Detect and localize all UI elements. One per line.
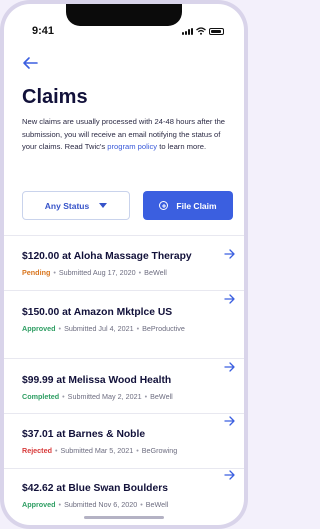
claim-title: $42.62 at Blue Swan Boulders — [22, 483, 168, 494]
intro-text: New claims are usually processed with 24… — [22, 116, 234, 154]
arrow-right-icon — [224, 362, 235, 372]
claim-program: BeGrowing — [141, 446, 178, 455]
claim-program: BeWell — [144, 268, 167, 277]
claim-meta: Rejected • Submitted Mar 5, 2021 • BeGrowing — [22, 445, 216, 456]
wifi-icon — [196, 27, 206, 35]
claim-meta: Pending • Submitted Aug 17, 2020 • BeWell — [22, 267, 216, 278]
claim-program: BeWell — [145, 500, 169, 509]
claim-program: BeProductive — [142, 324, 185, 333]
separator-dot: • — [53, 268, 56, 277]
divider — [4, 235, 244, 236]
claim-title: $99.99 at Melissa Wood Health — [22, 375, 172, 386]
claim-submitted-date: Submitted Mar 5, 2021 — [60, 446, 134, 455]
arrow-right-icon — [224, 294, 235, 304]
claim-status: Approved — [22, 500, 56, 509]
phone-screen: 9:41 Claims New claims are usually proce… — [4, 4, 244, 525]
divider — [4, 468, 244, 469]
claim-title: $120.00 at Aloha Massage Therapy — [22, 251, 192, 262]
claim-item[interactable]: $150.00 at Amazon Mktplce US Approved • Su… — [22, 294, 236, 334]
camera-notch — [66, 4, 182, 26]
arrow-right-icon — [224, 470, 235, 480]
separator-dot: • — [62, 392, 65, 401]
claim-item[interactable]: $42.62 at Blue Swan Boulders Approved • Su… — [22, 470, 236, 510]
claim-status: Approved — [22, 324, 56, 333]
signal-icon — [182, 28, 193, 35]
claim-status: Pending — [22, 268, 51, 277]
status-filter-dropdown[interactable]: Any Status — [22, 191, 130, 220]
file-claim-button[interactable]: File Claim — [143, 191, 233, 220]
separator-dot: • — [58, 324, 62, 333]
claim-meta: Approved • Submitted Nov 6, 2020 • BeWell — [22, 499, 216, 510]
divider — [4, 413, 244, 414]
caret-down-icon — [99, 203, 108, 208]
claim-status: Rejected — [22, 446, 52, 455]
page-title: Claims — [22, 86, 88, 108]
claim-title: $37.01 at Barnes & Noble — [22, 429, 146, 440]
claim-program: BeWell — [150, 392, 173, 401]
claim-submitted-date: Submitted Nov 6, 2020 — [64, 500, 138, 509]
claim-submitted-date: Submitted May 2, 2021 — [67, 392, 142, 401]
claim-submitted-date: Submitted Aug 17, 2020 — [58, 268, 136, 277]
separator-dot: • — [140, 500, 143, 509]
claim-item[interactable]: $99.99 at Melissa Wood Health Completed •… — [22, 362, 236, 402]
claim-item[interactable]: $37.01 at Barnes & Noble Rejected • Submit… — [22, 416, 236, 456]
separator-dot: • — [54, 446, 58, 455]
claim-item[interactable]: $120.00 at Aloha Massage Therapy Pending… — [22, 249, 236, 278]
intro-text-end: to learn more. — [157, 142, 207, 152]
status-time: 9:41 — [32, 25, 55, 37]
claim-submitted-date: Submitted Jul 4, 2021 — [64, 324, 134, 333]
claim-title: $150.00 at Amazon Mktplce US — [22, 307, 173, 318]
file-claim-label: File Claim — [176, 200, 217, 211]
arrow-right-icon — [224, 416, 235, 426]
claim-meta: Completed • Submitted May 2, 2021 • BeWell — [22, 391, 216, 402]
back-arrow-icon[interactable] — [22, 56, 38, 70]
home-indicator — [84, 516, 164, 519]
separator-dot: • — [138, 268, 142, 277]
device-frame: 9:41 Claims New claims are usually proce… — [0, 0, 248, 529]
separator-dot: • — [58, 500, 62, 509]
status-filter-label: Any Status — [44, 200, 90, 211]
battery-icon — [209, 28, 224, 35]
separator-dot: • — [136, 324, 140, 333]
plus-circle-icon — [159, 201, 169, 210]
separator-dot: • — [136, 446, 139, 455]
arrow-right-icon — [224, 249, 235, 259]
status-icons — [182, 27, 224, 35]
claim-status: Completed — [22, 392, 60, 401]
separator-dot: • — [144, 392, 148, 401]
divider — [4, 290, 244, 291]
program-policy-link[interactable]: program policy — [107, 142, 157, 151]
divider — [4, 358, 244, 359]
claim-meta: Approved • Submitted Jul 4, 2021 • BeProduct… — [22, 323, 216, 334]
